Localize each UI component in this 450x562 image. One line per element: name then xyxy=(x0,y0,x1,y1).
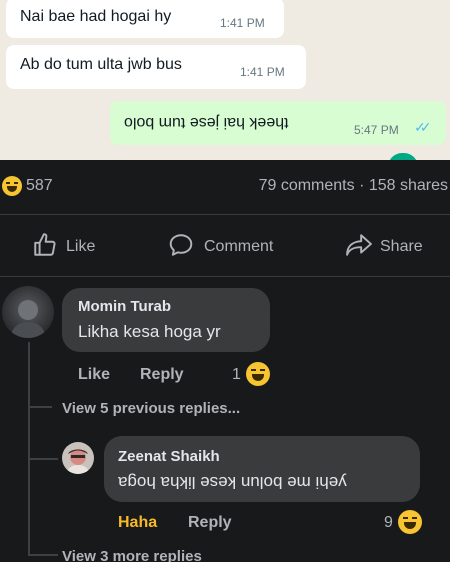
profile-photo-icon xyxy=(66,449,90,474)
post-stats[interactable]: 79 comments · 158 shares xyxy=(259,177,448,195)
fab-button[interactable] xyxy=(388,153,418,160)
haha-emoji-icon xyxy=(246,362,270,386)
comment-bubble[interactable]: Momin Turab Likha kesa hoga yr xyxy=(62,288,270,352)
view-previous-replies-link[interactable]: View 5 previous replies... xyxy=(62,400,240,417)
divider xyxy=(0,276,450,277)
thread-line xyxy=(28,554,58,556)
comment-bubble[interactable]: Zeenat Shaikh yehi me bolun kese likha h… xyxy=(104,436,420,502)
reaction-summary[interactable]: 587 79 comments · 158 shares xyxy=(0,174,450,198)
share-button[interactable]: Share xyxy=(344,232,444,262)
reply-button[interactable]: Reply xyxy=(188,514,232,532)
haha-emoji-icon xyxy=(398,510,422,534)
message-text: Ab do tum ulta jwb bus xyxy=(20,56,182,73)
message-time: 1:41 PM xyxy=(220,16,265,30)
like-label: Like xyxy=(66,238,96,255)
comment-text: Likha kesa hoga yr xyxy=(78,322,221,341)
incoming-message[interactable]: Ab do tum ulta jwb bus 1:41 PM xyxy=(6,45,306,89)
avatar[interactable] xyxy=(2,286,54,338)
avatar[interactable] xyxy=(62,442,94,474)
like-comment-button[interactable]: Like xyxy=(78,366,110,384)
reaction-count: 587 xyxy=(26,177,53,194)
comment-icon xyxy=(169,234,193,256)
share-icon xyxy=(346,234,372,256)
haha-emoji-icon xyxy=(2,176,22,196)
haha-reaction-button[interactable]: Haha xyxy=(118,514,157,532)
divider xyxy=(0,214,450,215)
thread-line xyxy=(28,408,30,554)
like-button[interactable]: Like xyxy=(32,232,112,262)
comment-text: yehi me bolun kese likha hoga xyxy=(118,473,347,492)
facebook-post: 587 79 comments · 158 shares Like Commen… xyxy=(0,160,450,562)
message-text: Nai bae had hogai hy xyxy=(20,8,172,25)
thumbs-up-icon xyxy=(34,233,56,256)
comment-label: Comment xyxy=(204,238,274,255)
thread-line xyxy=(28,406,52,408)
message-time: 5:47 PM xyxy=(354,123,399,137)
thread-line xyxy=(28,458,58,460)
message-time: 1:41 PM xyxy=(240,65,285,79)
reply-button[interactable]: Reply xyxy=(140,366,184,384)
read-ticks-icon: ✓✓ xyxy=(414,119,432,135)
comment-reaction-count: 9 xyxy=(384,514,393,531)
message-text: theek hai jese tum bolo xyxy=(124,114,289,131)
chat-area: Nai bae had hogai hy 1:41 PM Ab do tum u… xyxy=(0,0,450,160)
outgoing-message[interactable]: theek hai jese tum bolo 5:47 PM ✓✓ xyxy=(110,101,446,145)
view-more-replies-link[interactable]: View 3 more replies xyxy=(62,548,202,562)
comment-reaction-count: 1 xyxy=(232,366,241,383)
profile-photo-icon xyxy=(10,300,46,338)
comment-author[interactable]: Zeenat Shaikh xyxy=(118,448,220,465)
comment-author[interactable]: Momin Turab xyxy=(78,298,171,315)
thread-line xyxy=(28,342,30,406)
share-label: Share xyxy=(380,238,423,255)
incoming-message[interactable]: Nai bae had hogai hy 1:41 PM xyxy=(6,0,284,38)
comment-button[interactable]: Comment xyxy=(168,232,288,262)
